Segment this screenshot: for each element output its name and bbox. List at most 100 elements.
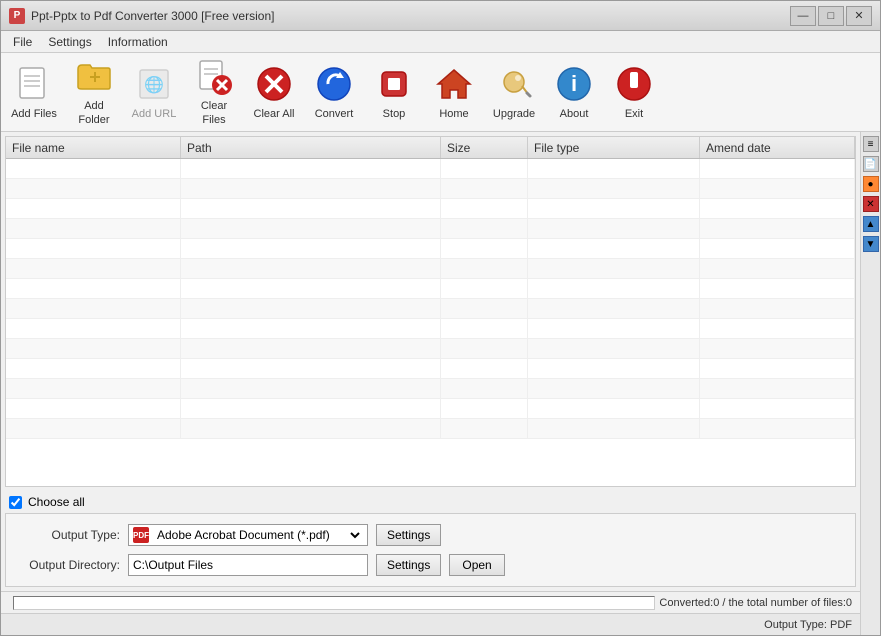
file-table: File name Path Size File type Amend date <box>5 136 856 487</box>
app-window: P Ppt-Pptx to Pdf Converter 3000 [Free v… <box>0 0 881 636</box>
status-bar: Converted:0 / the total number of files:… <box>1 591 860 613</box>
close-button[interactable]: ✕ <box>846 6 872 26</box>
sidebar-red-btn[interactable]: ✕ <box>863 196 879 212</box>
table-row <box>6 339 855 359</box>
output-type-select-wrapper: PDF Adobe Acrobat Document (*.pdf) <box>128 524 368 546</box>
add-files-button[interactable]: Add Files <box>5 57 63 127</box>
choose-all-checkbox[interactable] <box>9 496 22 509</box>
table-row <box>6 399 855 419</box>
app-icon: P <box>9 8 25 24</box>
toolbar: Add Files Add Folder 🌐 Add URL <box>1 53 880 132</box>
upgrade-icon <box>493 63 535 105</box>
about-button[interactable]: i About <box>545 57 603 127</box>
add-url-icon: 🌐 <box>133 63 175 105</box>
home-label: Home <box>439 108 468 121</box>
pdf-icon: PDF <box>133 527 149 543</box>
stop-icon <box>373 63 415 105</box>
output-dir-open-button[interactable]: Open <box>449 554 504 576</box>
clear-files-button[interactable]: Clear Files <box>185 57 243 127</box>
table-row <box>6 319 855 339</box>
col-filetype: File type <box>528 137 700 158</box>
clear-all-button[interactable]: Clear All <box>245 57 303 127</box>
convert-label: Convert <box>315 108 354 121</box>
col-filename: File name <box>6 137 181 158</box>
col-size: Size <box>441 137 528 158</box>
home-button[interactable]: Home <box>425 57 483 127</box>
add-folder-label: Add Folder <box>68 100 120 126</box>
bottom-panel: Output Type: PDF Adobe Acrobat Document … <box>5 513 856 587</box>
clear-files-icon <box>193 57 235 97</box>
convert-icon <box>313 63 355 105</box>
main-content: File name Path Size File type Amend date <box>1 132 880 635</box>
about-icon: i <box>553 63 595 105</box>
clear-files-label: Clear Files <box>188 100 240 126</box>
add-url-label: Add URL <box>132 108 177 121</box>
add-folder-icon <box>73 57 115 97</box>
exit-button[interactable]: Exit <box>605 57 663 127</box>
table-header: File name Path Size File type Amend date <box>6 137 855 159</box>
sidebar-page[interactable]: 📄 <box>863 156 879 172</box>
table-row <box>6 299 855 319</box>
output-dir-row: Output Directory: Settings Open <box>20 554 841 576</box>
status-text: Converted:0 / the total number of files:… <box>659 597 852 609</box>
window-title: Ppt-Pptx to Pdf Converter 3000 [Free ver… <box>31 9 274 23</box>
choose-all-row: Choose all <box>1 491 860 513</box>
home-icon <box>433 63 475 105</box>
sidebar-scroll-up[interactable]: ≡ <box>863 136 879 152</box>
output-type-select[interactable]: Adobe Acrobat Document (*.pdf) <box>153 527 363 543</box>
output-dir-label: Output Directory: <box>20 558 120 572</box>
sidebar-down-btn[interactable]: ▼ <box>863 236 879 252</box>
menu-bar: File Settings Information <box>1 31 880 53</box>
stop-label: Stop <box>383 108 406 121</box>
convert-button[interactable]: Convert <box>305 57 363 127</box>
clear-all-label: Clear All <box>254 108 295 121</box>
output-dir-input[interactable] <box>128 554 368 576</box>
table-row <box>6 239 855 259</box>
col-path: Path <box>181 137 441 158</box>
table-row <box>6 419 855 439</box>
right-sidebar: ≡ 📄 ● ✕ ▲ ▼ <box>860 132 880 635</box>
table-body[interactable] <box>6 159 855 486</box>
col-amenddate: Amend date <box>700 137 855 158</box>
table-row <box>6 259 855 279</box>
minimize-button[interactable]: — <box>790 6 816 26</box>
svg-text:i: i <box>571 71 577 96</box>
add-files-label: Add Files <box>11 108 57 121</box>
menu-information[interactable]: Information <box>100 33 176 51</box>
add-files-icon <box>13 63 55 105</box>
maximize-button[interactable]: □ <box>818 6 844 26</box>
sidebar-up-btn[interactable]: ▲ <box>863 216 879 232</box>
output-type-row: Output Type: PDF Adobe Acrobat Document … <box>20 524 841 546</box>
svg-text:🌐: 🌐 <box>144 75 164 94</box>
clear-all-icon <box>253 63 295 105</box>
choose-all-label[interactable]: Choose all <box>28 495 85 509</box>
upgrade-label: Upgrade <box>493 108 535 121</box>
about-label: About <box>560 108 589 121</box>
table-row <box>6 279 855 299</box>
title-controls: — □ ✕ <box>790 6 872 26</box>
table-row <box>6 219 855 239</box>
exit-label: Exit <box>625 108 643 121</box>
table-row <box>6 379 855 399</box>
upgrade-button[interactable]: Upgrade <box>485 57 543 127</box>
table-row <box>6 159 855 179</box>
table-row <box>6 359 855 379</box>
output-type-bar-text: Output Type: PDF <box>764 619 852 631</box>
table-row <box>6 199 855 219</box>
add-folder-button[interactable]: Add Folder <box>65 57 123 127</box>
menu-settings[interactable]: Settings <box>40 33 99 51</box>
menu-file[interactable]: File <box>5 33 40 51</box>
stop-button[interactable]: Stop <box>365 57 423 127</box>
progress-bar <box>13 596 655 610</box>
output-dir-settings-button[interactable]: Settings <box>376 554 441 576</box>
exit-icon <box>613 63 655 105</box>
file-list-area: File name Path Size File type Amend date <box>1 132 860 635</box>
title-bar: P Ppt-Pptx to Pdf Converter 3000 [Free v… <box>1 1 880 31</box>
title-bar-left: P Ppt-Pptx to Pdf Converter 3000 [Free v… <box>9 8 274 24</box>
output-type-bar: Output Type: PDF <box>1 613 860 635</box>
output-type-label: Output Type: <box>20 528 120 542</box>
table-row <box>6 179 855 199</box>
output-type-settings-button[interactable]: Settings <box>376 524 441 546</box>
add-url-button: 🌐 Add URL <box>125 57 183 127</box>
sidebar-orange-btn[interactable]: ● <box>863 176 879 192</box>
